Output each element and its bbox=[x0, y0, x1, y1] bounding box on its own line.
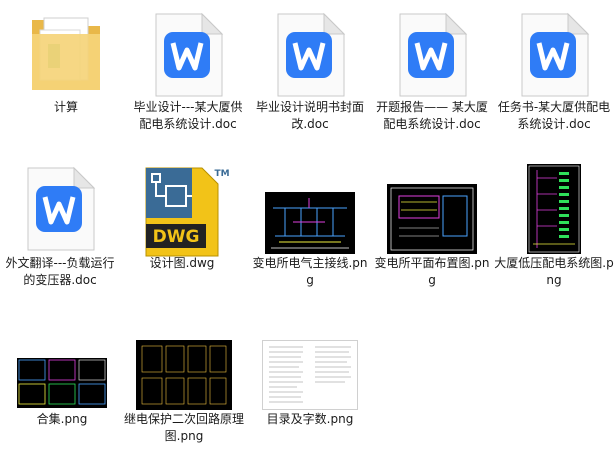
png-thumbnail bbox=[527, 164, 581, 254]
file-item-png[interactable]: 大厦低压配电系统图.png bbox=[494, 162, 614, 312]
file-name: 毕业设计---某大厦供配电系统设计.doc bbox=[133, 100, 243, 131]
file-item-doc[interactable]: 任务书-某大厦供配电系统设计.doc bbox=[494, 6, 614, 156]
file-item-doc[interactable]: 开题报告—— 某大厦配电系统设计.doc bbox=[372, 6, 492, 156]
file-name: 外文翻译---负载运行的变压器.doc bbox=[5, 256, 115, 287]
file-item-doc[interactable]: 毕业设计---某大厦供配电系统设计.doc bbox=[128, 6, 248, 156]
file-item-doc[interactable]: 毕业设计说明书封面改.doc bbox=[250, 6, 370, 156]
file-name: 变电所平面布置图.png bbox=[374, 256, 490, 287]
file-name: 合集.png bbox=[36, 412, 88, 426]
file-item-png[interactable]: 继电保护二次回路原理图.png bbox=[124, 318, 244, 468]
svg-text:TM: TM bbox=[214, 169, 229, 179]
file-name: 计算 bbox=[53, 100, 78, 114]
wps-writer-icon bbox=[155, 12, 224, 97]
svg-text:DWG: DWG bbox=[153, 227, 200, 247]
file-item-png[interactable]: 变电所平面布置图.png bbox=[372, 162, 492, 312]
folder-icon bbox=[32, 17, 100, 90]
png-thumbnail bbox=[265, 192, 355, 254]
file-item-doc[interactable]: 外文翻译---负载运行的变压器.doc bbox=[0, 162, 120, 312]
file-name: 设计图.dwg bbox=[149, 256, 215, 270]
file-item-png[interactable]: 变电所电气主接线.png bbox=[250, 162, 370, 312]
file-item-dwg[interactable]: DWG TM 设计图.dwg bbox=[122, 162, 242, 312]
png-thumbnail bbox=[262, 340, 358, 410]
png-thumbnail bbox=[136, 340, 232, 410]
wps-writer-icon bbox=[399, 12, 468, 97]
file-name: 任务书-某大厦供配电系统设计.doc bbox=[497, 100, 611, 131]
file-name: 变电所电气主接线.png bbox=[252, 256, 368, 287]
wps-writer-icon bbox=[277, 12, 346, 97]
file-item-folder[interactable]: 计算 bbox=[6, 6, 126, 156]
file-name: 大厦低压配电系统图.png bbox=[494, 256, 614, 287]
file-item-png[interactable]: 目录及字数.png bbox=[250, 318, 370, 468]
png-thumbnail bbox=[17, 358, 107, 408]
wps-writer-icon bbox=[27, 166, 96, 251]
file-name: 目录及字数.png bbox=[266, 412, 354, 426]
file-name: 毕业设计说明书封面改.doc bbox=[255, 100, 364, 131]
png-thumbnail bbox=[387, 184, 477, 254]
file-item-png[interactable]: 合集.png bbox=[2, 318, 122, 468]
file-name: 开题报告—— 某大厦配电系统设计.doc bbox=[376, 100, 488, 131]
wps-writer-icon bbox=[521, 12, 590, 97]
file-name: 继电保护二次回路原理图.png bbox=[124, 412, 245, 443]
dwg-file-icon: DWG TM bbox=[145, 167, 230, 257]
